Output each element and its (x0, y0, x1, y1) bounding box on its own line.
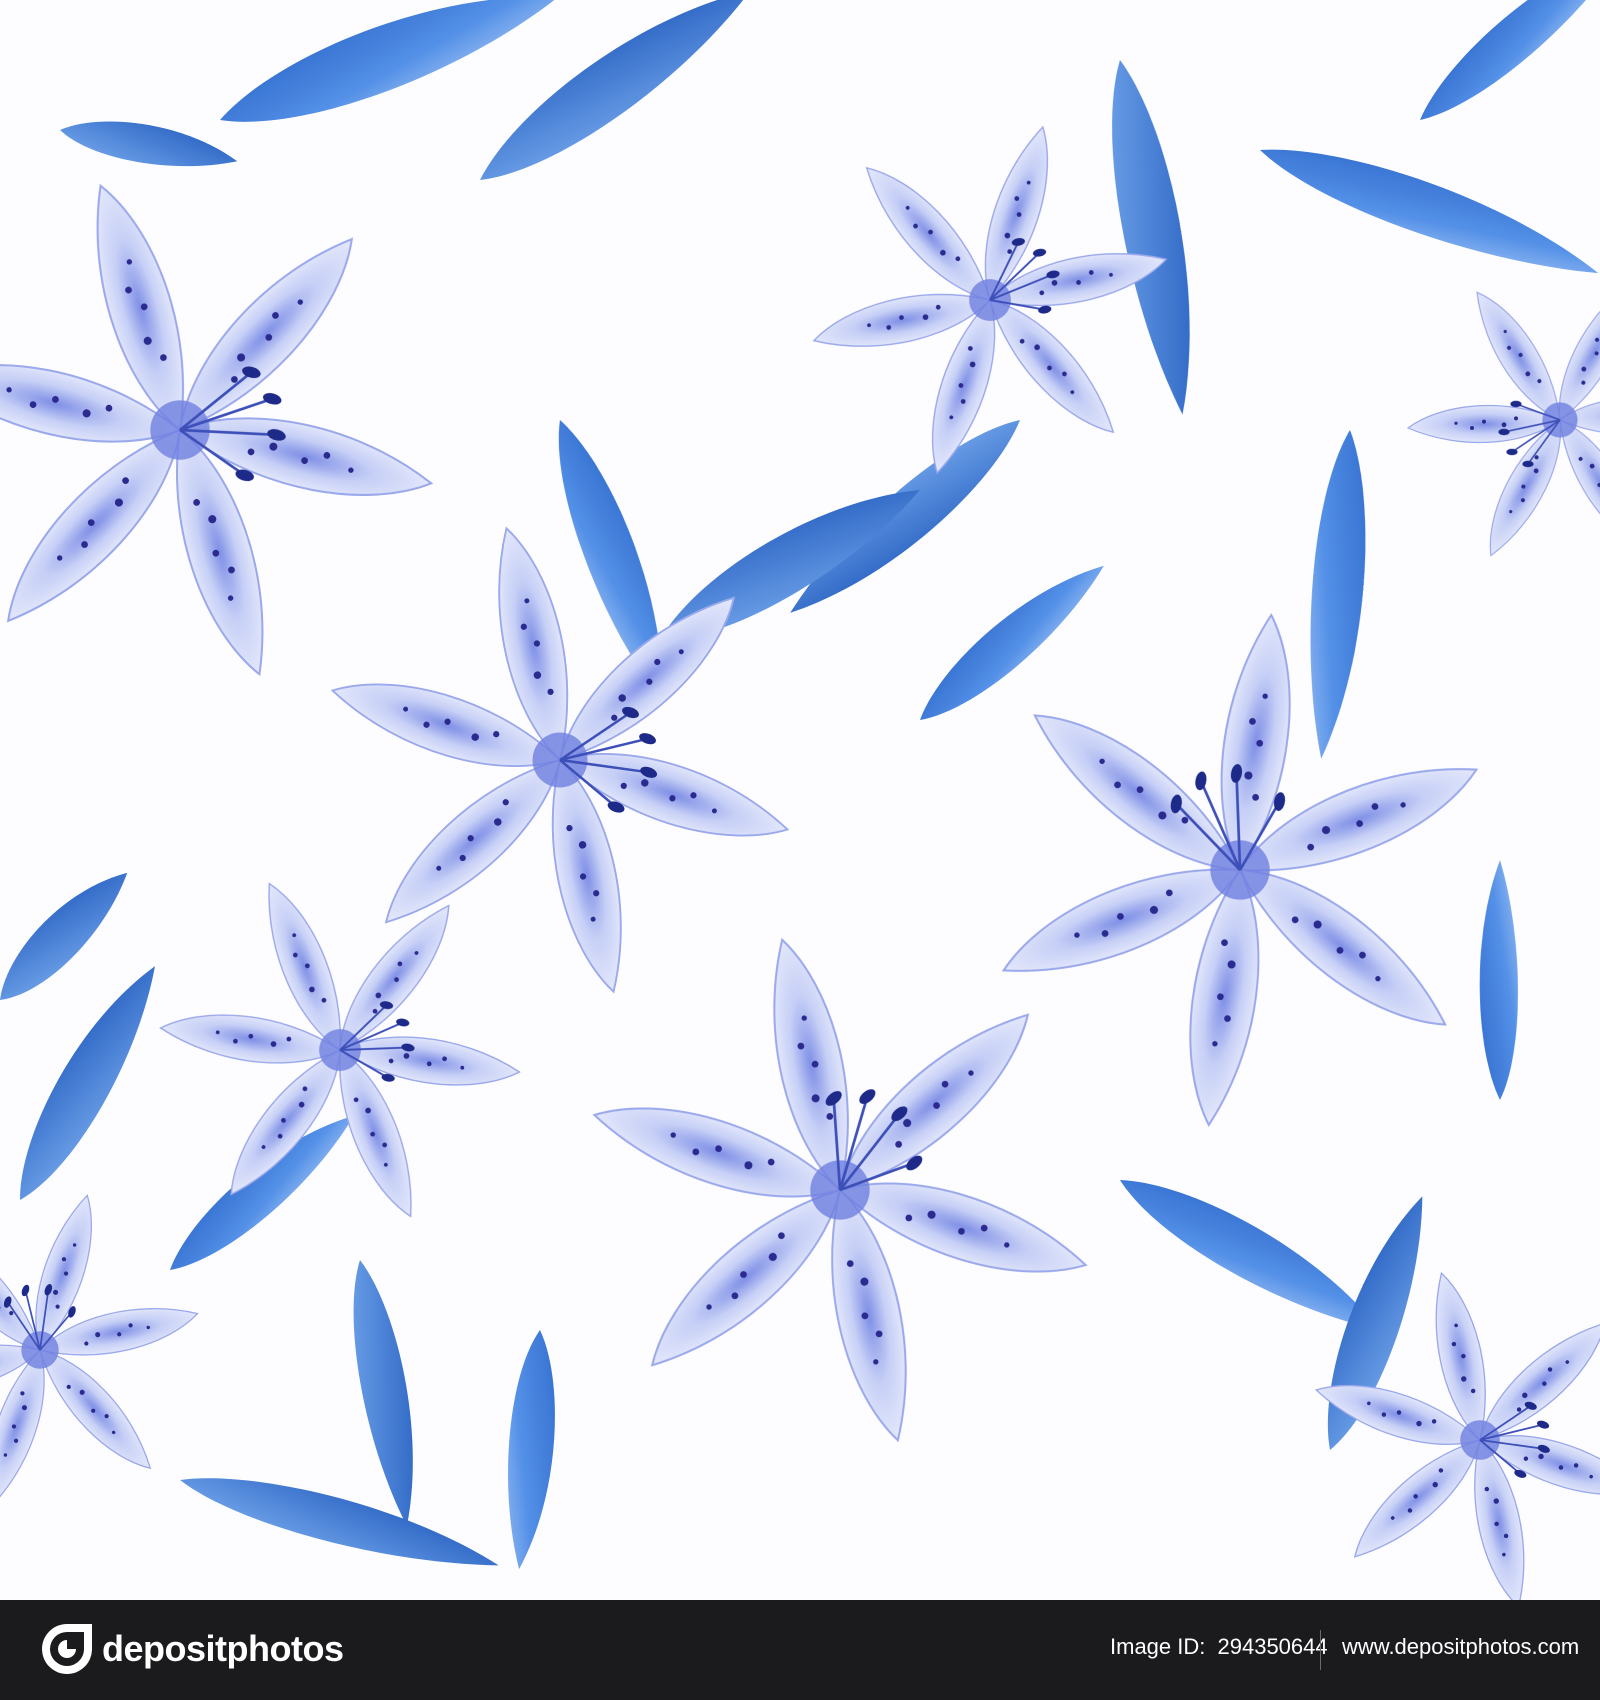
footer-divider (1320, 1630, 1321, 1670)
watermark-footer: depositphotos Image ID: 294350644 www.de… (0, 1600, 1600, 1700)
floral-artwork (0, 0, 1600, 1600)
depositphotos-logo-icon (40, 1622, 94, 1676)
site-url[interactable]: www.depositphotos.com (1342, 1634, 1579, 1660)
image-id-label: Image ID: (1110, 1634, 1206, 1659)
brand-logo[interactable]: depositphotos (40, 1622, 344, 1676)
brand-name: depositphotos (102, 1628, 344, 1669)
image-id: Image ID: 294350644 (1110, 1634, 1328, 1660)
image-id-value: 294350644 (1217, 1634, 1328, 1659)
lily-pattern-illustration (0, 0, 1600, 1600)
